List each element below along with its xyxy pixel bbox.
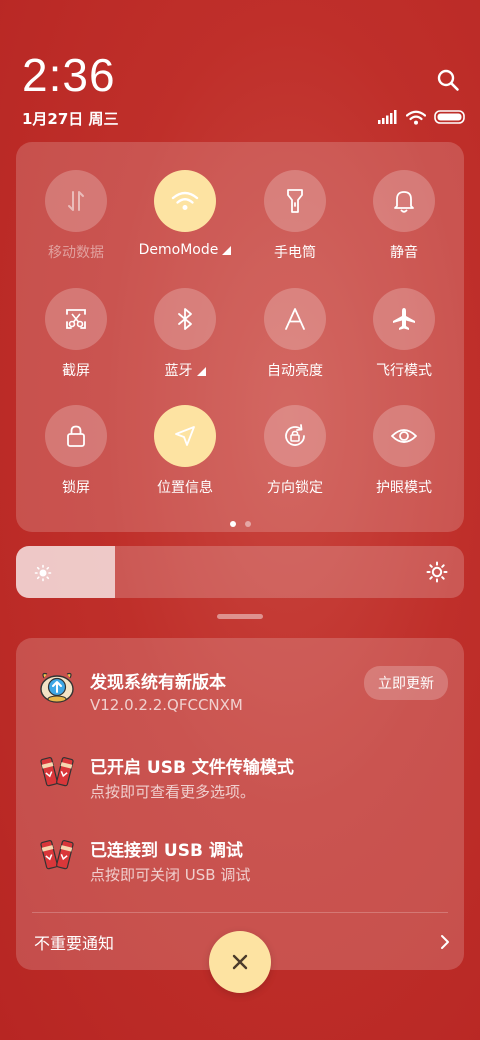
tile-label: 飞行模式 — [354, 360, 454, 380]
search-icon[interactable] — [436, 68, 460, 92]
tile-label: 方向锁定 — [245, 477, 345, 497]
tile-label-text: 自动亮度 — [267, 363, 323, 379]
auto-brightness-icon — [264, 288, 326, 350]
notification-usb-debug[interactable]: 已连接到 USB 调试 点按即可关闭 USB 调试 — [38, 836, 448, 896]
notification-subtitle: 点按即可关闭 USB 调试 — [90, 866, 251, 884]
unimportant-notifications-link[interactable]: 不重要通知 — [34, 930, 114, 954]
screenshot-icon — [45, 288, 107, 350]
notification-update[interactable]: 发现系统有新版本 V12.0.2.2.QFCCNXM 立即更新 — [38, 666, 448, 728]
brightness-high-icon — [426, 561, 448, 583]
usb-icon — [40, 757, 74, 787]
tile-label-text: 方向锁定 — [267, 480, 323, 496]
expand-triangle-icon — [196, 367, 206, 376]
date-label: 1月27日 周三 — [22, 110, 119, 128]
tile-eye[interactable]: 护眼模式 — [354, 405, 454, 497]
tile-mobile-data[interactable]: 移动数据 — [26, 170, 126, 262]
tile-label-text: 手电筒 — [274, 245, 316, 261]
tile-bluetooth[interactable]: 蓝牙 — [135, 288, 235, 380]
signal-icon — [378, 110, 397, 124]
tile-label: 护眼模式 — [354, 477, 454, 497]
tile-airplane[interactable]: 飞行模式 — [354, 288, 454, 380]
tile-label: 锁屏 — [26, 477, 126, 497]
tile-label-text: 蓝牙 — [164, 363, 193, 379]
notification-panel: 发现系统有新版本 V12.0.2.2.QFCCNXM 立即更新 已开启 USB … — [16, 638, 464, 970]
tile-label: 手电筒 — [245, 242, 345, 262]
tile-wifi[interactable]: DemoMode — [135, 170, 235, 258]
location-icon — [154, 405, 216, 467]
chevron-right-icon[interactable] — [440, 934, 450, 950]
tile-label-text: 飞行模式 — [376, 363, 432, 379]
notification-title: 已开启 USB 文件传输模式 — [90, 758, 294, 778]
notification-title: 发现系统有新版本 — [90, 673, 226, 693]
divider — [32, 912, 448, 913]
tile-label-text: 护眼模式 — [376, 480, 432, 496]
tile-label-text: DemoMode — [138, 242, 219, 258]
tile-label: 静音 — [354, 242, 454, 262]
tile-auto-brightness[interactable]: 自动亮度 — [245, 288, 345, 380]
bluetooth-icon — [154, 288, 216, 350]
clock: 2:36 — [22, 49, 116, 101]
tile-label: 截屏 — [26, 360, 126, 380]
page-indicator — [16, 521, 464, 527]
tile-screenshot[interactable]: 截屏 — [26, 288, 126, 380]
brightness-fill — [16, 546, 115, 598]
tile-label-text: 移动数据 — [48, 245, 104, 261]
tile-label: 移动数据 — [26, 242, 126, 262]
tile-label-text: 位置信息 — [157, 480, 213, 496]
tile-label: 自动亮度 — [245, 360, 345, 380]
notification-subtitle: 点按即可查看更多选项。 — [90, 783, 256, 801]
update-now-button[interactable]: 立即更新 — [364, 666, 448, 700]
brightness-low-icon — [34, 564, 52, 582]
drag-handle[interactable] — [217, 614, 263, 619]
wifi-status-icon — [406, 110, 426, 125]
brightness-slider[interactable] — [16, 546, 464, 598]
lock-icon — [45, 405, 107, 467]
tile-label: DemoMode — [135, 242, 235, 258]
tile-label-text: 截屏 — [62, 363, 90, 379]
tile-label-text: 静音 — [390, 245, 418, 261]
notification-subtitle: V12.0.2.2.QFCCNXM — [90, 696, 243, 714]
notification-title: 已连接到 USB 调试 — [90, 841, 243, 861]
mobile-data-icon — [45, 170, 107, 232]
close-icon — [232, 954, 248, 970]
battery-icon — [434, 110, 465, 124]
bell-icon — [373, 170, 435, 232]
airplane-icon — [373, 288, 435, 350]
status-bar — [378, 109, 466, 125]
update-icon — [40, 672, 74, 703]
flashlight-icon — [264, 170, 326, 232]
tile-flashlight[interactable]: 手电筒 — [245, 170, 345, 262]
tile-bell[interactable]: 静音 — [354, 170, 454, 262]
tile-location[interactable]: 位置信息 — [135, 405, 235, 497]
page-dot[interactable] — [229, 521, 236, 527]
wifi-icon — [154, 170, 216, 232]
tile-label: 蓝牙 — [135, 360, 235, 380]
clear-all-button[interactable] — [209, 931, 271, 993]
page-dot[interactable] — [244, 521, 251, 527]
usb-icon — [40, 840, 74, 870]
expand-triangle-icon — [222, 246, 232, 255]
rotation-lock-icon — [264, 405, 326, 467]
tile-label: 位置信息 — [135, 477, 235, 497]
notification-usb-transfer[interactable]: 已开启 USB 文件传输模式 点按即可查看更多选项。 — [38, 753, 448, 813]
tile-rotation-lock[interactable]: 方向锁定 — [245, 405, 345, 497]
eye-icon — [373, 405, 435, 467]
quick-settings-panel: 移动数据 DemoMode 手电筒 静音截屏 蓝牙 自动亮度 飞行模式锁屏 位置信息 方向锁定 护… — [16, 142, 464, 532]
tile-label-text: 锁屏 — [62, 480, 90, 496]
tile-lock[interactable]: 锁屏 — [26, 405, 126, 497]
